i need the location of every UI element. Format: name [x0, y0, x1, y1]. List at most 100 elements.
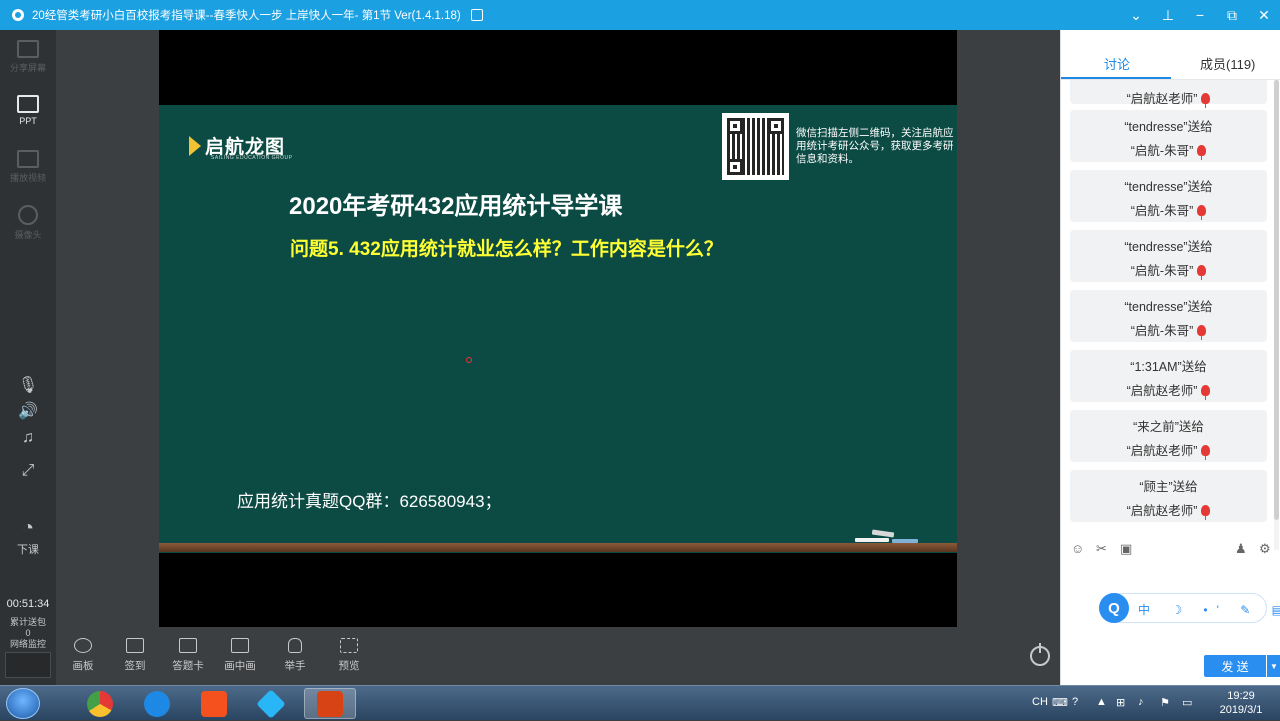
clock[interactable]: 19:29 2019/3/1	[1210, 689, 1272, 717]
pin-icon[interactable]: ⊥	[1152, 0, 1184, 30]
chalk	[892, 539, 918, 543]
language-indicator[interactable]: CH	[1032, 696, 1048, 708]
fullscreen-icon[interactable]: ⤢	[0, 462, 56, 480]
dropdown-icon[interactable]: ⌄	[1120, 0, 1152, 30]
taskbar-powerpoint[interactable]	[304, 688, 356, 719]
ppt-slide: 启航龙图 SAILING EDUCATION GROUP 微信扫描左侧二维码，关…	[159, 105, 957, 553]
gift-sender: “tendresse”送给	[1124, 120, 1213, 134]
answer-card-icon	[179, 638, 197, 653]
start-button[interactable]	[6, 688, 40, 719]
gift-recipient: “启航-朱哥”	[1130, 324, 1194, 338]
restore-button[interactable]: ⧉	[1216, 0, 1248, 30]
sign-in-button[interactable]: 签到	[110, 638, 160, 673]
preview-icon	[340, 638, 358, 653]
chat-scrollbar[interactable]	[1274, 80, 1279, 550]
rose-icon	[1197, 265, 1207, 280]
show-hidden-icons[interactable]: ▲	[1096, 696, 1107, 708]
window-controls: ⌄ ⊥ − ⧉ ✕	[1120, 0, 1280, 30]
taskbar-recorder[interactable]	[188, 688, 240, 719]
clock-time: 19:29	[1227, 690, 1255, 702]
picture-in-picture-button[interactable]: 画中画	[215, 638, 265, 673]
camera-button[interactable]: 摄像头	[0, 205, 56, 241]
app-logo-icon	[12, 9, 24, 21]
gift-recipient: “启航-朱哥”	[1130, 144, 1194, 158]
music-icon[interactable]: ♫	[0, 429, 56, 447]
answer-card-button[interactable]: 答题卡	[163, 638, 213, 673]
raise-hand-icon	[288, 638, 302, 653]
list-item: “tendresse”送给 “启航-朱哥”	[1070, 170, 1267, 222]
speaker-icon[interactable]: 🔊	[0, 401, 56, 421]
tab-members[interactable]: 成员(119)	[1200, 54, 1255, 73]
laser-pointer	[466, 357, 472, 363]
share-icon[interactable]	[470, 9, 483, 21]
input-method-bar[interactable]: Q 中 ☽ •' ✎ ▤ ☺	[1099, 593, 1280, 623]
sogou-ime-icon[interactable]: Q	[1099, 593, 1129, 623]
microphone-icon[interactable]: 🎙	[0, 375, 56, 395]
share-screen-button[interactable]: 分享屏幕	[0, 40, 56, 74]
taskbar-live-client[interactable]	[245, 688, 297, 719]
ppt-button[interactable]: PPT	[0, 95, 56, 126]
sogou-browser-icon	[144, 690, 170, 717]
volume-icon[interactable]: ♪	[1138, 696, 1144, 708]
power-tray-icon[interactable]: ▭	[1182, 696, 1192, 709]
qq-group-text: 应用统计真题QQ群：626580943；	[237, 492, 502, 511]
calendar-check-icon	[126, 638, 144, 653]
ppt-icon	[17, 95, 39, 113]
rose-icon	[1201, 93, 1211, 108]
chalk-rail	[159, 543, 957, 552]
share-screen-icon	[17, 40, 39, 58]
gift-sender: “顾主”送给	[1139, 480, 1198, 494]
preview-button[interactable]: 预览	[324, 638, 374, 673]
taskbar-sogou[interactable]	[131, 688, 183, 719]
chalk	[855, 538, 889, 542]
tab-discussion[interactable]: 讨论	[1104, 54, 1130, 73]
taskbar-chrome[interactable]	[74, 688, 126, 719]
gift-recipient: “启航-朱哥”	[1130, 264, 1194, 278]
network-icon[interactable]: ⊞	[1116, 696, 1125, 709]
image-icon[interactable]: ▣	[1120, 541, 1132, 557]
raise-hand-button[interactable]: 举手	[270, 638, 320, 673]
panel-tabs: 讨论 成员(119)	[1061, 30, 1280, 80]
list-item: “tendresse”送给 “启航-朱哥”	[1070, 110, 1267, 162]
send-button[interactable]: 发 送	[1204, 655, 1266, 677]
rose-icon	[1201, 445, 1211, 460]
keyboard-icon[interactable]: ⌨	[1052, 696, 1068, 709]
recorder-icon	[201, 690, 227, 717]
left-sidebar: 分享屏幕 PPT 播放视频 摄像头 🎙 🔊 ♫ ⤢ ◔ 下课	[0, 30, 56, 685]
gift-sender: “tendresse”送给	[1124, 240, 1213, 254]
chrome-icon	[87, 690, 113, 717]
scissors-icon[interactable]: ✂	[1096, 541, 1107, 557]
list-item: “1:31AM”送给 “启航赵老师”	[1070, 350, 1267, 402]
qr-caption: 微信扫描左侧二维码，关注启航应用统计考研公众号，获取更多考研信息和资料。	[796, 127, 954, 165]
rose-icon	[1197, 205, 1207, 220]
gift-sender: “1:31AM”送给	[1130, 360, 1207, 374]
list-item: “顾主”送给 “启航赵老师”	[1070, 470, 1267, 522]
help-icon[interactable]: ?	[1072, 696, 1078, 708]
end-class-label[interactable]: 下课	[0, 545, 56, 556]
ime-options[interactable]: 中 ☽ •' ✎ ▤ ☺	[1138, 601, 1280, 618]
qr-code	[722, 113, 789, 180]
gift-count: 0	[25, 628, 31, 638]
send-options-dropdown[interactable]: ▼	[1267, 655, 1280, 677]
rose-icon	[1197, 145, 1207, 160]
title-bar: 20经管类考研小白百校报考指导课--春季快人一步 上岸快人一年- 第1节 Ver…	[0, 0, 1280, 30]
gift-recipient: “启航赵老师”	[1126, 92, 1198, 106]
gear-icon[interactable]: ⚙	[1259, 541, 1271, 557]
palette-icon	[74, 638, 92, 653]
user-settings-icon[interactable]: ♟	[1235, 541, 1247, 557]
end-class-icon[interactable]: ◔	[0, 517, 56, 540]
power-icon[interactable]	[1030, 643, 1050, 666]
emoji-icon[interactable]: ☺	[1071, 541, 1084, 556]
palette-button[interactable]: 画板	[58, 638, 108, 673]
network-monitor-label: 网络监控	[9, 639, 46, 649]
list-item: “来之前”送给 “启航赵老师”	[1070, 410, 1267, 462]
close-button[interactable]: ✕	[1248, 0, 1280, 30]
clock-date: 2019/3/1	[1219, 704, 1263, 716]
minimize-button[interactable]: −	[1184, 0, 1216, 30]
chat-list[interactable]: “启航赵老师” “tendresse”送给 “启航-朱哥” “tendresse…	[1061, 80, 1280, 540]
window-title: 20经管类考研小白百校报考指导课--春季快人一步 上岸快人一年- 第1节 Ver…	[32, 10, 461, 22]
flag-icon[interactable]: ⚑	[1160, 696, 1170, 709]
list-item: “tendresse”送给 “启航-朱哥”	[1070, 290, 1267, 342]
play-video-button[interactable]: 播放视频	[0, 150, 56, 184]
company-logo: 启航龙图 SAILING EDUCATION GROUP	[189, 132, 292, 161]
